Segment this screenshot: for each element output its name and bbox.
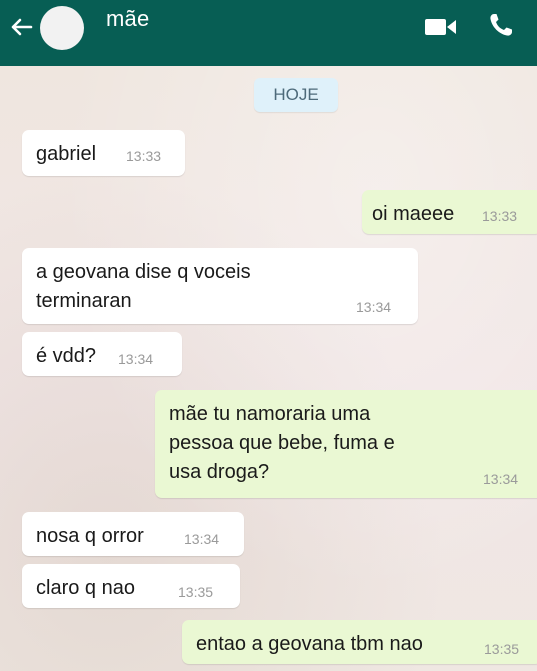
message-bubble-incoming[interactable]: é vdd? 13:34: [22, 332, 182, 376]
message-time: 13:35: [178, 584, 214, 600]
message-bubble-incoming[interactable]: a geovana dise q voceis terminaran 13:34: [22, 248, 418, 324]
message-bubble-incoming[interactable]: nosa q orror 13:34: [22, 512, 244, 556]
message-bubble-incoming[interactable]: gabriel 13:33: [22, 130, 185, 176]
message-bubble-outgoing[interactable]: oi maeee 13:33: [362, 190, 537, 234]
message-time: 13:34: [184, 531, 220, 547]
contact-name[interactable]: mãe: [106, 6, 149, 32]
message-time: 13:34: [483, 471, 519, 487]
message-text: entao a geovana tbm nao: [196, 633, 423, 655]
message-time: 13:33: [126, 148, 162, 164]
message-text: a geovana dise q voceis terminaran: [36, 261, 251, 312]
date-chip: HOJE: [254, 78, 338, 112]
message-bubble-incoming[interactable]: claro q nao 13:35: [22, 564, 240, 608]
message-text: gabriel: [36, 143, 97, 165]
message-time: 13:35: [484, 641, 520, 657]
message-text: oi maeee: [372, 203, 455, 225]
message-text: nosa q orror: [36, 525, 144, 547]
message-time: 13:34: [356, 299, 392, 315]
chat-header: mãe: [0, 0, 537, 66]
avatar[interactable]: [40, 6, 84, 50]
phone-icon[interactable]: [486, 10, 516, 40]
message-text: claro q nao: [36, 577, 135, 599]
message-text: mãe tu namoraria uma pessoa que bebe, fu…: [169, 403, 395, 483]
video-camera-icon[interactable]: [424, 14, 458, 40]
message-time: 13:33: [482, 208, 518, 224]
back-arrow-icon[interactable]: [6, 12, 36, 42]
message-time: 13:34: [118, 351, 154, 367]
message-bubble-outgoing[interactable]: mãe tu namoraria uma pessoa que bebe, fu…: [155, 390, 537, 498]
message-bubble-outgoing[interactable]: entao a geovana tbm nao 13:35: [182, 620, 537, 664]
message-text: é vdd?: [36, 345, 97, 367]
